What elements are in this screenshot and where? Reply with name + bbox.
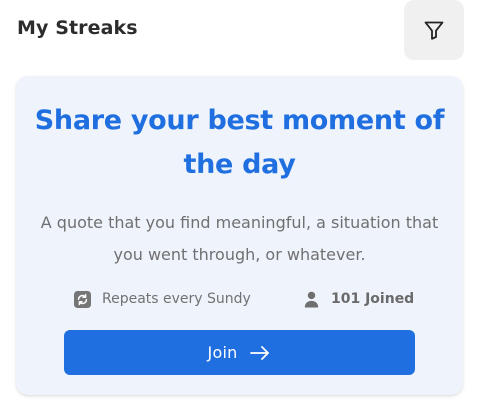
repeat-text: Repeats every Sundy: [102, 291, 251, 307]
card-title: Share your best moment of the day: [34, 105, 445, 180]
person-icon: [303, 291, 320, 308]
repeat-icon: [74, 290, 91, 308]
join-button[interactable]: Join: [64, 330, 415, 375]
joined-count: 101 Joined: [331, 291, 415, 307]
streaks-screen: My Streaks Share your best moment of the…: [0, 0, 485, 418]
join-button-label: Join: [207, 343, 238, 362]
streak-card: Share your best moment of the day A quot…: [16, 76, 463, 395]
filter-button[interactable]: [404, 0, 464, 60]
joined-info: 101 Joined: [303, 288, 414, 310]
arrow-right-icon: [249, 345, 271, 361]
page-title: My Streaks: [17, 17, 138, 39]
header: My Streaks: [16, 0, 469, 60]
card-description: A quote that you find meaningful, a situ…: [40, 213, 439, 264]
filter-funnel-icon: [424, 21, 444, 40]
repeat-info: Repeats every Sundy: [74, 288, 251, 310]
card-meta: Repeats every Sundy 101 Joined: [16, 288, 463, 310]
